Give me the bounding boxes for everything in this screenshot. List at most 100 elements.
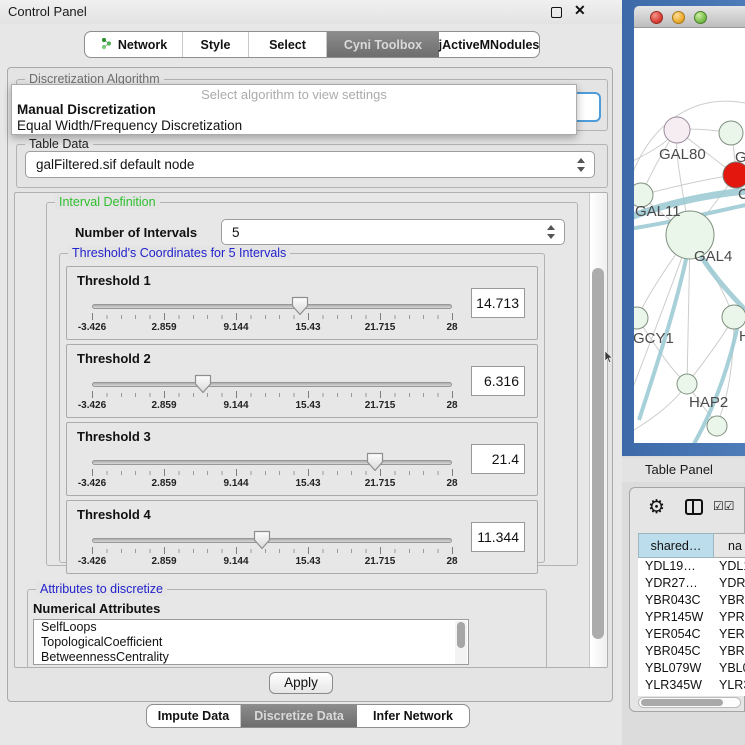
close-traffic-light[interactable] (650, 11, 663, 24)
slider-track[interactable] (92, 304, 452, 309)
table-row[interactable]: YIL052C YIL0 (638, 694, 745, 696)
cell-shared-name[interactable]: YIL052C (638, 694, 714, 696)
slider-thumb-icon[interactable] (194, 374, 212, 394)
column-header-shared-name[interactable]: shared… (638, 533, 714, 558)
threshold-value-field[interactable]: 6.316 (471, 366, 525, 396)
slider-track[interactable] (92, 460, 452, 465)
tab-impute-data[interactable]: Impute Data (147, 705, 241, 727)
slider-thumb-icon[interactable] (253, 530, 271, 550)
cell-shared-name[interactable]: YER054C (638, 626, 714, 643)
table-row[interactable]: YER054C YER0 (638, 626, 745, 643)
tab-style[interactable]: Style (183, 32, 249, 57)
cell-name[interactable]: YER0 (714, 626, 745, 643)
node-attribute-table[interactable]: shared… na YDL19… YDL1 YDR27… YDR2 YBR04… (638, 533, 745, 696)
node-bottom (707, 416, 727, 436)
cell-name[interactable]: YIL0 (714, 694, 745, 696)
tab-infer-network[interactable]: Infer Network (357, 705, 469, 727)
vertical-scrollbar[interactable] (589, 193, 607, 667)
tab-select[interactable]: Select (249, 32, 327, 57)
cell-shared-name[interactable]: YDR27… (638, 575, 714, 592)
cell-shared-name[interactable]: YBL079W (638, 660, 714, 677)
svg-text:C: C (738, 186, 745, 203)
slider-minor-ticks (92, 393, 453, 397)
tab-jactivemnodules[interactable]: jActiveMNodules (439, 32, 539, 57)
table-row[interactable]: YDR27… YDR2 (638, 575, 745, 592)
table-row[interactable]: YBL079W YBL0 (638, 660, 745, 677)
slider-scale-label: 28 (446, 400, 457, 411)
network-view-window: GAL80 GA C GAL11 GAL4 GCY1 H HAP2 (622, 0, 745, 456)
cell-shared-name[interactable]: YBR043C (638, 592, 714, 609)
cell-name[interactable]: YBL0 (714, 660, 745, 677)
algorithm-option-equal-width[interactable]: Equal Width/Frequency Discretization (12, 118, 576, 134)
list-scrollbar[interactable] (455, 621, 467, 665)
cell-shared-name[interactable]: YPR145W (638, 609, 714, 626)
attribute-list-item[interactable]: SelfLoops (34, 620, 468, 635)
bottom-tabbar: Impute Data Discretize Data Infer Networ… (146, 704, 470, 728)
cell-shared-name[interactable]: YLR345W (638, 677, 714, 694)
cell-name[interactable]: YBR0 (714, 643, 745, 660)
table-row[interactable]: YDL19… YDL1 (638, 558, 745, 575)
list-scrollbar-thumb[interactable] (457, 622, 465, 648)
horizontal-scrollbar[interactable] (638, 697, 741, 708)
cell-shared-name[interactable]: YDL19… (638, 558, 714, 575)
slider-scale-label: 2.859 (151, 556, 176, 567)
minimize-traffic-light[interactable] (672, 11, 685, 24)
slider-thumb-icon[interactable] (291, 296, 309, 316)
cell-name[interactable]: YLR3 (714, 677, 745, 694)
column-header-name[interactable]: na (714, 533, 745, 558)
network-canvas[interactable]: GAL80 GA C GAL11 GAL4 GCY1 H HAP2 (634, 28, 745, 443)
algorithm-option-manual[interactable]: Manual Discretization (12, 102, 576, 118)
number-of-intervals-combobox[interactable]: 5 (221, 219, 565, 245)
interval-definition-title: Interval Definition (55, 195, 160, 209)
cell-name[interactable]: YDL1 (714, 558, 745, 575)
threshold-title: Threshold 2 (77, 351, 151, 366)
cell-shared-name[interactable]: YBR045C (638, 643, 714, 660)
tab-label: Network (118, 38, 167, 52)
tab-network[interactable]: Network (85, 32, 183, 57)
numerical-attributes-list[interactable]: SelfLoopsTopologicalCoefficientBetweenne… (33, 619, 469, 665)
horizontal-scrollbar-thumb[interactable] (641, 699, 723, 706)
table-row[interactable]: YBR043C YBR0 (638, 592, 745, 609)
slider-scale-label: 9.144 (223, 322, 248, 333)
gear-icon[interactable]: ⚙ (648, 496, 665, 518)
apply-button[interactable]: Apply (269, 672, 333, 694)
network-icon (100, 37, 113, 53)
select-columns-icons[interactable]: ☑☑ (713, 499, 735, 513)
threshold-slider[interactable]: -3.4262.8599.14415.4321.71528 (92, 529, 452, 573)
cell-name[interactable]: YDR2 (714, 575, 745, 592)
svg-text:GA: GA (735, 149, 745, 166)
columns-icon[interactable] (685, 499, 703, 515)
tab-discretize-data[interactable]: Discretize Data (241, 705, 357, 727)
combo-spinner-icon (547, 225, 555, 239)
table-data-combobox[interactable]: galFiltered.sif default node (25, 151, 595, 178)
table-row[interactable]: YLR345W YLR3 (638, 677, 745, 694)
close-icon[interactable]: ✕ (574, 2, 586, 19)
threshold-panel: Threshold 1 14.713 -3.4262.8599.14415.43… (66, 266, 538, 340)
slider-track[interactable] (92, 538, 452, 543)
table-rows[interactable]: YDL19… YDL1 YDR27… YDR2 YBR043C YBR0 YPR… (638, 558, 745, 696)
threshold-value-field[interactable]: 11.344 (471, 522, 525, 552)
threshold-slider[interactable]: -3.4262.8599.14415.4321.71528 (92, 451, 452, 495)
mouse-cursor (604, 350, 614, 369)
threshold-value-field[interactable]: 21.4 (471, 444, 525, 474)
zoom-traffic-light[interactable] (694, 11, 707, 24)
attribute-list-item[interactable]: TopologicalCoefficient (34, 635, 468, 650)
combo-spinner-icon (577, 158, 585, 172)
vertical-scrollbar-thumb[interactable] (592, 268, 604, 639)
algorithm-hint-option[interactable]: Select algorithm to view settings (12, 85, 576, 102)
cell-name[interactable]: YPR1 (714, 609, 745, 626)
threshold-slider[interactable]: -3.4262.8599.14415.4321.71528 (92, 373, 452, 417)
tab-cyni-toolbox[interactable]: Cyni Toolbox (327, 32, 439, 57)
threshold-value-field[interactable]: 14.713 (471, 288, 525, 318)
slider-scale-label: 9.144 (223, 478, 248, 489)
slider-scale-label: 21.715 (365, 400, 396, 411)
cell-name[interactable]: YBR0 (714, 592, 745, 609)
attribute-list-item[interactable]: BetweennessCentrality (34, 650, 468, 665)
float-window-icon[interactable] (551, 7, 562, 18)
slider-track[interactable] (92, 382, 452, 387)
table-row[interactable]: YBR045C YBR0 (638, 643, 745, 660)
table-row[interactable]: YPR145W YPR1 (638, 609, 745, 626)
threshold-slider[interactable]: -3.4262.8599.14415.4321.71528 (92, 295, 452, 339)
slider-scale-label: 21.715 (365, 478, 396, 489)
cyni-toolbox-panel: Discretization Algorithm Table Data galF… (7, 67, 613, 702)
